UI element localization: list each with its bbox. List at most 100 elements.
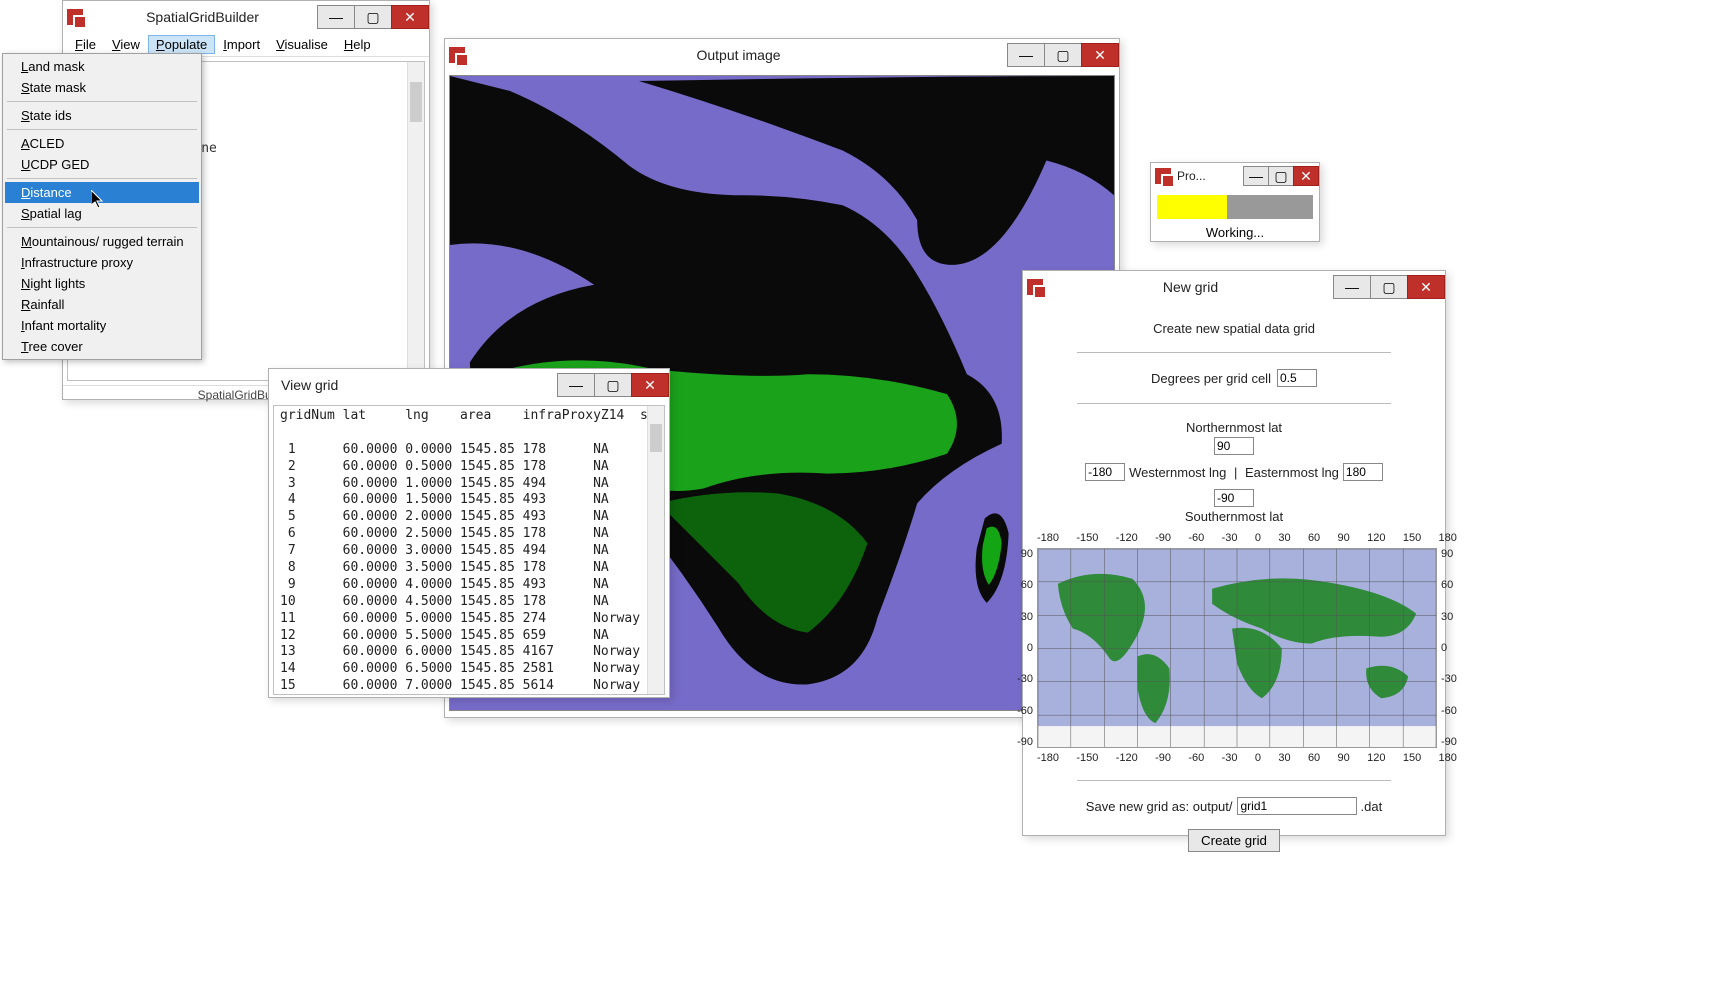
grid-scrollbar[interactable] <box>647 406 664 694</box>
populate-item-acled[interactable]: ACLED <box>5 133 199 154</box>
save-filename-input[interactable] <box>1237 797 1357 815</box>
app-icon <box>67 9 83 25</box>
progress-window: Pro... — ▢ ✕ Working... <box>1150 162 1320 242</box>
populate-item-tree-cover[interactable]: Tree cover <box>5 336 199 357</box>
axis-tick: 30 <box>1278 752 1290 764</box>
progress-bar <box>1157 195 1313 219</box>
close-button[interactable]: ✕ <box>1407 275 1445 299</box>
menu-file[interactable]: File <box>67 35 104 54</box>
axis-tick: -150 <box>1076 532 1098 544</box>
maximize-button[interactable]: ▢ <box>594 373 632 397</box>
minimize-button[interactable]: — <box>1007 43 1045 67</box>
axis-tick: -60 <box>1188 752 1204 764</box>
axis-tick: -60 <box>1441 705 1457 717</box>
populate-item-infrastructure-proxy[interactable]: Infrastructure proxy <box>5 252 199 273</box>
close-button[interactable]: ✕ <box>1081 43 1119 67</box>
populate-item-distance[interactable]: Distance <box>5 182 199 203</box>
populate-item-ucdp-ged[interactable]: UCDP GED <box>5 154 199 175</box>
newgrid-heading: Create new spatial data grid <box>1153 321 1315 336</box>
axis-tick: 90 <box>1338 752 1350 764</box>
x-axis-top: -180-150-120-90-60-300306090120150180 <box>1037 532 1457 544</box>
newgrid-body: Create new spatial data grid Degrees per… <box>1023 303 1445 870</box>
axis-tick: -90 <box>1155 752 1171 764</box>
menu-import[interactable]: Import <box>215 35 268 54</box>
menu-populate[interactable]: Populate <box>148 35 215 54</box>
create-grid-button[interactable]: Create grid <box>1188 829 1280 852</box>
axis-tick: -30 <box>1222 752 1238 764</box>
axis-tick: -60 <box>1188 532 1204 544</box>
close-button[interactable]: ✕ <box>391 5 429 29</box>
output-titlebar[interactable]: Output image — ▢ ✕ <box>445 39 1119 71</box>
menu-help[interactable]: Help <box>336 35 379 54</box>
axis-tick: 30 <box>1278 532 1290 544</box>
populate-item-state-ids[interactable]: State ids <box>5 105 199 126</box>
menu-separator <box>7 178 197 179</box>
deg-input[interactable] <box>1277 369 1317 387</box>
axis-tick: 150 <box>1403 752 1421 764</box>
main-title: SpatialGridBuilder <box>87 9 318 25</box>
east-input[interactable] <box>1343 463 1383 481</box>
close-button[interactable]: ✕ <box>1293 166 1319 186</box>
maximize-button[interactable]: ▢ <box>1044 43 1082 67</box>
axis-tick: 120 <box>1367 752 1385 764</box>
main-titlebar[interactable]: SpatialGridBuilder — ▢ ✕ <box>63 1 429 33</box>
minimize-button[interactable]: — <box>1333 275 1371 299</box>
minimize-button[interactable]: — <box>557 373 595 397</box>
axis-tick: -180 <box>1037 752 1059 764</box>
axis-tick: -90 <box>1017 736 1033 748</box>
populate-item-spatial-lag[interactable]: Spatial lag <box>5 203 199 224</box>
menu-separator <box>7 227 197 228</box>
maximize-button[interactable]: ▢ <box>1370 275 1408 299</box>
populate-item-night-lights[interactable]: Night lights <box>5 273 199 294</box>
axis-tick: -120 <box>1116 532 1138 544</box>
progress-title: Pro... <box>1175 169 1244 183</box>
close-button[interactable]: ✕ <box>631 373 669 397</box>
y-axis-left: 9060300-30-60-90 <box>1011 548 1033 748</box>
axis-tick: 0 <box>1255 752 1261 764</box>
newgrid-title: New grid <box>1047 279 1334 295</box>
axis-tick: 120 <box>1367 532 1385 544</box>
world-map-selector[interactable] <box>1037 548 1437 748</box>
axis-tick: 30 <box>1441 611 1453 623</box>
console-scrollbar[interactable] <box>407 62 424 380</box>
axis-tick: 0 <box>1441 642 1447 654</box>
axis-tick: 30 <box>1021 611 1033 623</box>
grid-table-area: gridNum lat lng area infraProxyZ14 state… <box>273 405 665 695</box>
menu-visualise[interactable]: Visualise <box>268 35 336 54</box>
axis-tick: -90 <box>1441 736 1457 748</box>
app-icon <box>1027 279 1043 295</box>
populate-dropdown: Land maskState mask State ids ACLEDUCDP GE… <box>2 53 202 360</box>
populate-item-infant-mortality[interactable]: Infant mortality <box>5 315 199 336</box>
axis-tick: -180 <box>1037 532 1059 544</box>
west-input[interactable] <box>1085 463 1125 481</box>
menu-view[interactable]: View <box>104 35 148 54</box>
north-label: Northernmost lat <box>1186 420 1282 435</box>
axis-tick: 180 <box>1439 752 1457 764</box>
deg-label: Degrees per grid cell <box>1151 371 1271 386</box>
minimize-button[interactable]: — <box>1243 166 1269 186</box>
axis-tick: -30 <box>1222 532 1238 544</box>
axis-tick: 0 <box>1027 642 1033 654</box>
populate-item-rainfall[interactable]: Rainfall <box>5 294 199 315</box>
axis-tick: 150 <box>1403 532 1421 544</box>
axis-tick: 180 <box>1439 532 1457 544</box>
viewgrid-titlebar[interactable]: View grid — ▢ ✕ <box>269 369 669 401</box>
west-label: Westernmost lng <box>1129 465 1226 480</box>
axis-tick: -30 <box>1017 673 1033 685</box>
axis-tick: 90 <box>1338 532 1350 544</box>
minimize-button[interactable]: — <box>317 5 355 29</box>
populate-item-mountainous-rugged-terrain[interactable]: Mountainous/ rugged terrain <box>5 231 199 252</box>
x-axis-bottom: -180-150-120-90-60-300306090120150180 <box>1037 752 1457 764</box>
populate-item-land-mask[interactable]: Land mask <box>5 56 199 77</box>
axis-tick: 60 <box>1308 752 1320 764</box>
axis-tick: 60 <box>1441 579 1453 591</box>
newgrid-titlebar[interactable]: New grid — ▢ ✕ <box>1023 271 1445 303</box>
progress-titlebar[interactable]: Pro... — ▢ ✕ <box>1151 163 1319 189</box>
maximize-button[interactable]: ▢ <box>1268 166 1294 186</box>
maximize-button[interactable]: ▢ <box>354 5 392 29</box>
populate-item-state-mask[interactable]: State mask <box>5 77 199 98</box>
north-input[interactable] <box>1214 437 1254 455</box>
axis-tick: 60 <box>1021 579 1033 591</box>
axis-tick: 90 <box>1441 548 1453 560</box>
south-input[interactable] <box>1214 489 1254 507</box>
